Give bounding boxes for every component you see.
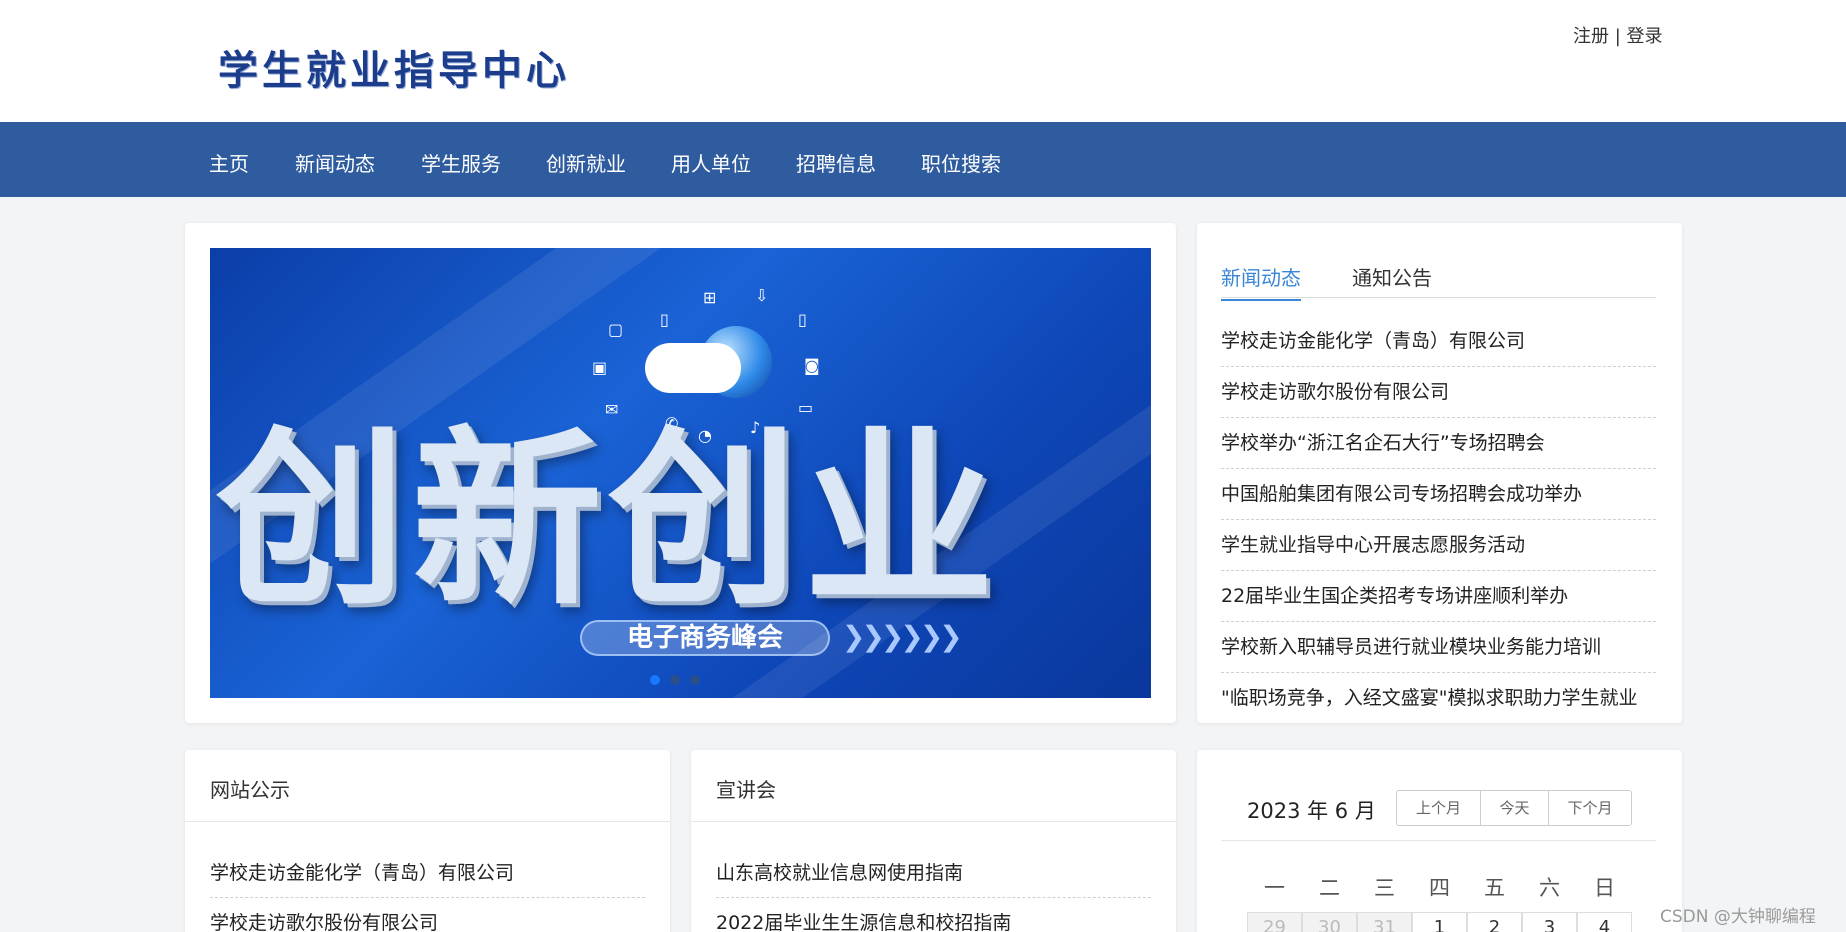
weekday-label: 三: [1374, 876, 1395, 900]
calendar-day[interactable]: 4: [1577, 912, 1632, 932]
banner-carousel[interactable]: ⊞ ⇩ ▯ ◙ ▭ ♪ ◔ ✆ ✉ ▣ ▢ ▯ 创新创业 电子商务峰会 ❯❯❯❯…: [210, 248, 1151, 698]
main-nav: 主页 新闻动态 学生服务 创新就业 用人单位 招聘信息 职位搜索: [0, 122, 1846, 197]
carousel-dot[interactable]: [690, 675, 700, 685]
notice-item[interactable]: 学校走访歌尔股份有限公司: [210, 898, 645, 932]
site-logo[interactable]: 学生就业指导中心: [218, 38, 570, 96]
carousel-dot[interactable]: [670, 675, 680, 685]
notice-panel-title: 网站公示: [210, 778, 290, 802]
phone-icon: ▯: [798, 310, 807, 329]
login-link[interactable]: 登录: [1627, 26, 1663, 47]
mobile-icon: ▯: [660, 310, 669, 329]
today-button[interactable]: 今天: [1481, 791, 1549, 825]
cart-icon: ⊞: [703, 288, 717, 307]
calendar-day[interactable]: 3: [1522, 912, 1577, 932]
divider: [691, 821, 1176, 822]
calendar-card: [1197, 750, 1682, 932]
banner-subtitle: 电子商务峰会: [580, 620, 830, 656]
weekday-label: 四: [1429, 876, 1450, 900]
weekday-label: 一: [1264, 876, 1285, 900]
news-item[interactable]: 学校走访歌尔股份有限公司: [1221, 367, 1656, 418]
nav-item-recruitment[interactable]: 招聘信息: [796, 148, 876, 177]
computer-icon: ▣: [592, 358, 608, 377]
divider: [1221, 840, 1656, 841]
weekday-label: 二: [1319, 876, 1340, 900]
talk-panel-title: 宣讲会: [716, 778, 776, 802]
register-link[interactable]: 注册: [1573, 26, 1609, 47]
nav-item-home[interactable]: 主页: [209, 148, 249, 177]
talk-item[interactable]: 2022届毕业生生源信息和校招指南: [716, 898, 1151, 932]
news-item[interactable]: "临职场竞争，入经文盛宴"模拟求职助力学生就业: [1221, 673, 1656, 719]
calendar-day[interactable]: 1: [1412, 912, 1467, 932]
weekday-label: 五: [1484, 876, 1505, 900]
tab-notices[interactable]: 通知公告: [1352, 262, 1432, 299]
site-header: 学生就业指导中心 注册 | 登录: [0, 0, 1846, 122]
banner-headline: 创新创业: [216, 410, 1001, 631]
calendar-day[interactable]: 30: [1302, 912, 1357, 932]
news-item[interactable]: 中国船舶集团有限公司专场招聘会成功举办: [1221, 469, 1656, 520]
auth-separator: |: [1609, 26, 1627, 47]
news-item[interactable]: 22届毕业生国企类招考专场讲座顺利举办: [1221, 571, 1656, 622]
auth-links: 注册 | 登录: [1573, 22, 1663, 48]
nav-item-news[interactable]: 新闻动态: [295, 148, 375, 177]
news-item[interactable]: 学校新入职辅导员进行就业模块业务能力培训: [1221, 622, 1656, 673]
prev-month-button[interactable]: 上个月: [1397, 791, 1481, 825]
camera-icon: ◙: [804, 356, 820, 375]
news-item[interactable]: 学生就业指导中心开展志愿服务活动: [1221, 520, 1656, 571]
calendar-day[interactable]: 29: [1247, 912, 1302, 932]
news-item[interactable]: 学校举办“浙江名企石大行”专场招聘会: [1221, 418, 1656, 469]
news-tabs: 新闻动态 通知公告: [1221, 262, 1656, 301]
next-month-button[interactable]: 下个月: [1549, 791, 1631, 825]
weekday-label: 六: [1539, 876, 1560, 900]
nav-item-employers[interactable]: 用人单位: [671, 148, 751, 177]
calendar-day[interactable]: 31: [1357, 912, 1412, 932]
nav-item-job-search[interactable]: 职位搜索: [921, 148, 1001, 177]
divider: [185, 821, 670, 822]
download-icon: ⇩: [755, 286, 769, 305]
watermark: CSDN @大钟聊编程: [1660, 907, 1816, 927]
carousel-dot[interactable]: [650, 675, 660, 685]
monitor-icon: ▢: [608, 320, 624, 339]
weekday-label: 日: [1594, 876, 1615, 900]
calendar-day[interactable]: 2: [1467, 912, 1522, 932]
calendar-nav: 上个月 今天 下个月: [1396, 790, 1632, 826]
talk-item[interactable]: 山东高校就业信息网使用指南: [716, 848, 1151, 898]
calendar-title: 2023 年 6 月: [1247, 799, 1376, 823]
tab-news[interactable]: 新闻动态: [1221, 262, 1301, 301]
cloud-icon: [645, 343, 741, 393]
news-item[interactable]: 学校走访金能化学（青岛）有限公司: [1221, 316, 1656, 367]
nav-item-innovation-employment[interactable]: 创新就业: [546, 148, 626, 177]
notice-item[interactable]: 学校走访金能化学（青岛）有限公司: [210, 848, 645, 898]
nav-item-student-services[interactable]: 学生服务: [421, 148, 501, 177]
chevrons-decoration: ❯❯❯❯❯❯: [842, 620, 963, 653]
carousel-dots: [650, 675, 700, 685]
